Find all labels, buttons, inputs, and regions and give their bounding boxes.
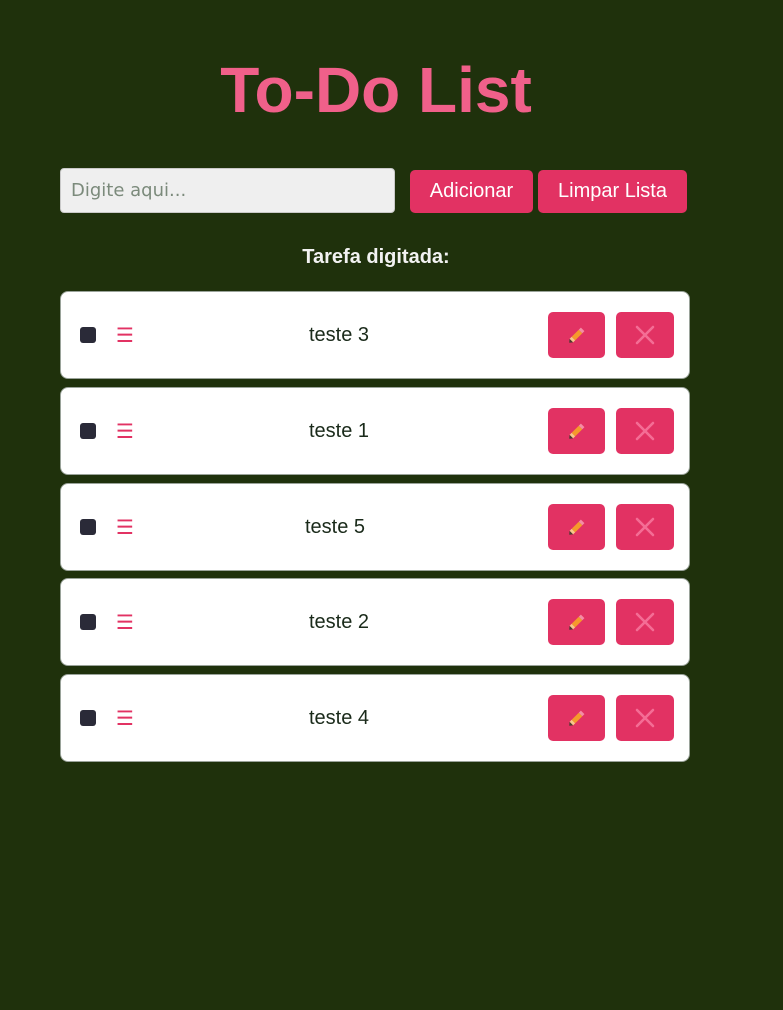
add-button[interactable]: Adicionar <box>410 170 533 213</box>
page-title: To-Do List <box>220 54 532 126</box>
close-icon <box>635 421 655 441</box>
task-input[interactable] <box>60 168 395 213</box>
task-text: teste 3 <box>308 324 370 346</box>
task-checkbox[interactable] <box>80 518 96 535</box>
delete-button[interactable] <box>616 312 674 358</box>
drag-handle-icon[interactable]: ☰ <box>116 610 134 634</box>
drag-handle-icon[interactable]: ☰ <box>116 419 134 443</box>
task-text: teste 1 <box>308 419 370 442</box>
close-icon <box>635 612 655 632</box>
task-list: ☰ teste 3 ☰ teste 1 ☰ teste 5 ☰ teste 2 … <box>60 291 690 770</box>
close-icon <box>635 517 655 536</box>
edit-button[interactable] <box>548 599 605 646</box>
clear-list-button[interactable]: Limpar Lista <box>538 170 687 213</box>
task-checkbox[interactable] <box>80 422 96 439</box>
close-icon <box>635 708 655 728</box>
task-checkbox[interactable] <box>80 710 96 726</box>
task-text: teste 2 <box>308 611 370 634</box>
task-text: teste 4 <box>308 707 370 729</box>
task-item[interactable]: ☰ teste 4 <box>60 674 690 762</box>
typed-task-label: Tarefa digitada: <box>302 246 450 268</box>
delete-button[interactable] <box>616 407 674 454</box>
close-icon <box>635 325 655 345</box>
drag-handle-icon[interactable]: ☰ <box>116 323 134 347</box>
pencil-icon <box>568 423 584 439</box>
pencil-icon <box>568 614 584 631</box>
drag-handle-icon[interactable]: ☰ <box>116 706 134 730</box>
edit-button[interactable] <box>548 695 605 741</box>
pencil-icon <box>568 327 584 343</box>
task-item[interactable]: ☰ teste 3 <box>60 291 690 379</box>
delete-button[interactable] <box>616 599 674 646</box>
delete-button[interactable] <box>616 503 674 550</box>
task-checkbox[interactable] <box>80 614 96 631</box>
delete-button[interactable] <box>616 695 674 741</box>
edit-button[interactable] <box>548 503 605 550</box>
task-item[interactable]: ☰ teste 5 <box>60 482 690 571</box>
task-text: teste 5 <box>304 515 366 538</box>
drag-handle-icon[interactable]: ☰ <box>116 515 134 539</box>
edit-button[interactable] <box>548 407 605 454</box>
task-checkbox[interactable] <box>80 327 96 343</box>
task-item[interactable]: ☰ teste 2 <box>60 578 690 667</box>
edit-button[interactable] <box>548 312 605 358</box>
task-item[interactable]: ☰ teste 1 <box>60 386 690 475</box>
pencil-icon <box>568 710 584 726</box>
pencil-icon <box>568 519 584 535</box>
